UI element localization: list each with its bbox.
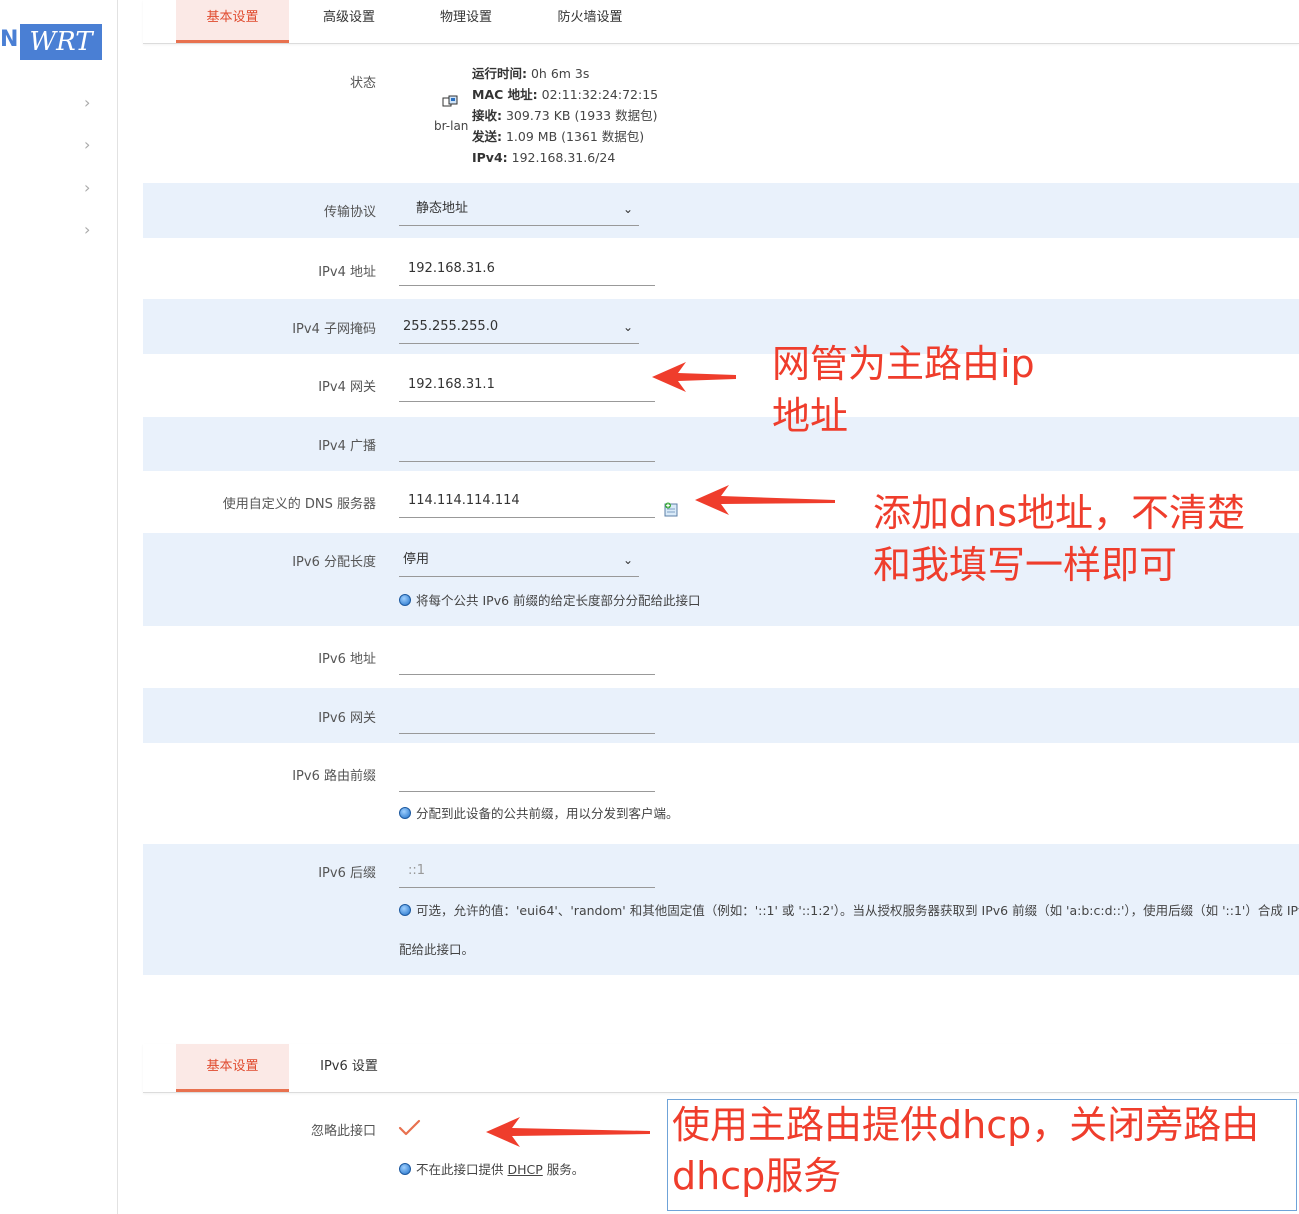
- ipv4-mask-row: IPv4 子网掩码: [143, 299, 1299, 354]
- annotation-arrow-dhcp: [486, 1117, 650, 1147]
- interface-tabs: 基本设置 高级设置 物理设置 防火墙设置: [143, 0, 1299, 44]
- ipv4-gw-label: IPv4 网关: [318, 380, 376, 395]
- ignore-iface-hint-pre: 不在此接口提供: [416, 1162, 504, 1177]
- ipv4-gw-input[interactable]: 192.168.31.1: [399, 370, 655, 402]
- info-icon: [399, 1163, 411, 1175]
- info-icon: [399, 807, 411, 819]
- ipv6-suffix-label: IPv6 后缀: [318, 866, 376, 881]
- tx-value: 1.09 MB (1361 数据包): [505, 129, 645, 144]
- annotation-gateway: 网管为主路由ip 地址: [772, 338, 1035, 442]
- protocol-label: 传输协议: [323, 205, 376, 220]
- ipv6-addr-label: IPv6 地址: [318, 652, 376, 667]
- annotation-gateway-line2: 地址: [772, 394, 849, 438]
- ipv4-mask-value: 255.255.255.0: [403, 319, 499, 334]
- mac-label: MAC 地址:: [472, 87, 538, 102]
- ignore-iface-hint: 不在此接口提供 DHCP 服务。: [399, 1159, 584, 1178]
- tab-firewall-settings[interactable]: 防火墙设置: [545, 0, 635, 43]
- ipv4-mask-label: IPv4 子网掩码: [292, 322, 376, 337]
- ipv6-gw-input[interactable]: [399, 702, 655, 734]
- tab-dhcp-basic[interactable]: 基本设置: [176, 1044, 289, 1092]
- chevron-down-icon: ⌄: [622, 320, 633, 334]
- protocol-row: 传输协议: [143, 183, 1299, 238]
- logo[interactable]: N WRT: [0, 24, 102, 60]
- chevron-right-icon[interactable]: ›: [84, 222, 100, 238]
- tab-dhcp-ipv6[interactable]: IPv6 设置: [309, 1044, 389, 1087]
- protocol-value: 静态地址: [416, 201, 469, 216]
- uptime-label: 运行时间:: [472, 66, 527, 81]
- tab-physical-settings[interactable]: 物理设置: [426, 0, 506, 43]
- chevron-right-icon[interactable]: ›: [84, 95, 100, 111]
- rx-value: 309.73 KB (1933 数据包): [505, 108, 658, 123]
- annotation-dhcp: 使用主路由提供dhcp，关闭旁路由 dhcp服务: [667, 1099, 1297, 1211]
- status-label: 状态: [349, 76, 376, 91]
- ipv6-assign-label: IPv6 分配长度: [292, 555, 376, 570]
- tx-label: 发送:: [472, 129, 502, 144]
- dns-input[interactable]: 114.114.114.114: [399, 486, 655, 518]
- ipv4-label: IPv4:: [472, 150, 508, 165]
- ipv4-addr-row: IPv4 地址: [143, 238, 1299, 299]
- annotation-dns: 添加dns地址，不清楚 和我填写一样即可: [873, 487, 1245, 591]
- chevron-right-icon[interactable]: ›: [84, 180, 100, 196]
- ignore-iface-checkbox[interactable]: [398, 1118, 422, 1138]
- ipv6-assign-hint-text: 将每个公共 IPv6 前缀的给定长度部分分配给此接口: [416, 593, 701, 608]
- ipv6-suffix-hint-text: 可选，允许的值：'eui64'、'random' 和其他固定值（例如：'::1'…: [416, 903, 1299, 918]
- info-icon: [399, 594, 411, 606]
- ipv6-prefix-row: IPv6 路由前缀: [143, 743, 1299, 844]
- annotation-dhcp-line2: dhcp服务: [672, 1154, 842, 1198]
- ipv6-prefix-label: IPv6 路由前缀: [292, 769, 376, 784]
- ipv6-gw-row: IPv6 网关: [143, 688, 1299, 743]
- ipv6-assign-value: 停用: [403, 552, 430, 567]
- annotation-dns-line1: 添加dns地址，不清楚: [873, 491, 1246, 535]
- dhcp-tabs: 基本设置 IPv6 设置: [143, 1044, 1299, 1093]
- ipv6-assign-select[interactable]: 停用 ⌄: [399, 545, 639, 577]
- ipv6-prefix-hint-text: 分配到此设备的公共前缀，用以分发到客户端。: [416, 806, 679, 821]
- tab-basic-settings[interactable]: 基本设置: [176, 0, 289, 43]
- ipv4-bcast-row: IPv4 广播: [143, 417, 1299, 471]
- ipv4-addr-input[interactable]: 192.168.31.6: [399, 254, 655, 286]
- ipv4-bcast-input[interactable]: [399, 430, 655, 462]
- mac-value: 02:11:32:24:72:15: [541, 87, 659, 102]
- ipv6-prefix-hint: 分配到此设备的公共前缀，用以分发到客户端。: [399, 803, 679, 822]
- add-dns-icon[interactable]: [664, 502, 679, 517]
- protocol-select[interactable]: 静态地址 ⌄: [399, 194, 639, 226]
- ipv6-suffix-input[interactable]: ::1: [399, 856, 655, 888]
- ipv6-assign-hint: 将每个公共 IPv6 前缀的给定长度部分分配给此接口: [399, 590, 701, 609]
- ipv4-mask-select[interactable]: 255.255.255.0 ⌄: [399, 312, 639, 344]
- ipv6-suffix-hint: 可选，允许的值：'eui64'、'random' 和其他固定值（例如：'::1'…: [399, 900, 1299, 919]
- rx-label: 接收:: [472, 108, 502, 123]
- ignore-iface-hint-post: 服务。: [546, 1162, 585, 1177]
- logo-prefix: N: [0, 27, 19, 52]
- ipv6-addr-input[interactable]: [399, 643, 655, 675]
- ipv6-prefix-input[interactable]: [399, 760, 655, 792]
- ipv4-bcast-label: IPv4 广播: [318, 439, 376, 454]
- annotation-gateway-line1: 网管为主路由ip: [772, 342, 1035, 386]
- info-icon: [399, 904, 411, 916]
- sidebar: N WRT › › › ›: [0, 0, 118, 1214]
- ipv4-addr-label: IPv4 地址: [318, 265, 376, 280]
- ignore-iface-label: 忽略此接口: [310, 1124, 376, 1139]
- annotation-dhcp-line1: 使用主路由提供dhcp，关闭旁路由: [672, 1103, 1260, 1147]
- ipv6-gw-label: IPv6 网关: [318, 711, 376, 726]
- annotation-dns-line2: 和我填写一样即可: [873, 543, 1178, 587]
- chevron-down-icon: ⌄: [622, 553, 633, 567]
- ipv6-suffix-hint-cont: 配给此接口。: [399, 942, 475, 957]
- logo-text: WRT: [20, 24, 102, 60]
- device-name: br-lan: [434, 119, 469, 133]
- annotation-arrow-gateway: [652, 362, 736, 392]
- status-row: 状态: [143, 44, 1299, 184]
- ipv6-addr-row: IPv6 地址: [143, 626, 1299, 688]
- dns-label: 使用自定义的 DNS 服务器: [222, 497, 376, 512]
- status-details: 运行时间: 0h 6m 3s MAC 地址: 02:11:32:24:72:15…: [472, 63, 658, 168]
- ipv4-value: 192.168.31.6/24: [511, 150, 616, 165]
- uptime-value: 0h 6m 3s: [530, 66, 590, 81]
- chevron-down-icon: ⌄: [622, 202, 633, 216]
- annotation-arrow-dns: [695, 485, 835, 515]
- dhcp-link[interactable]: DHCP: [508, 1162, 543, 1177]
- ethernet-port-icon: [442, 95, 458, 107]
- chevron-right-icon[interactable]: ›: [84, 137, 100, 153]
- tab-advanced-settings[interactable]: 高级设置: [309, 0, 389, 43]
